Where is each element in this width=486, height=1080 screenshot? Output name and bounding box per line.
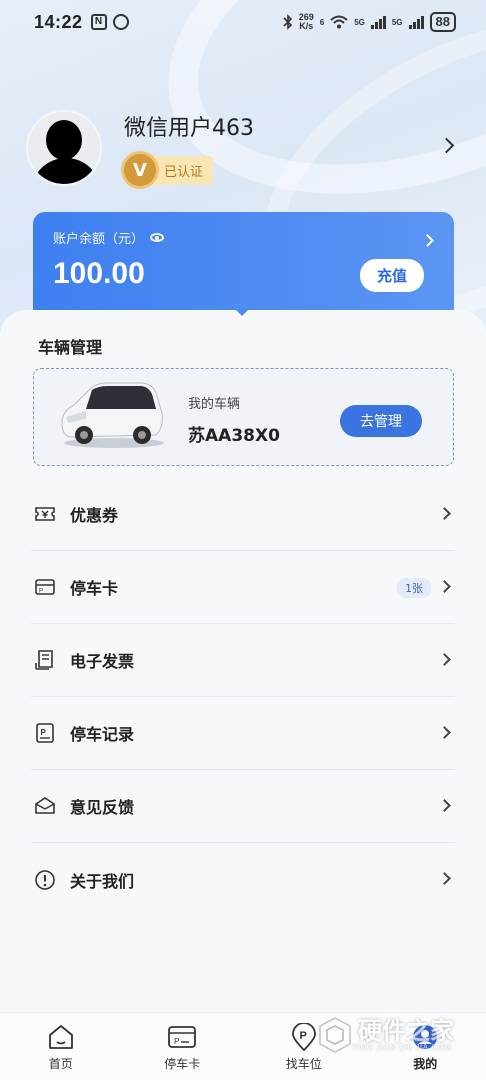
- parking-location-icon: P: [291, 1023, 316, 1051]
- svg-text:P: P: [174, 1037, 179, 1046]
- tab-label: 停车卡: [164, 1057, 201, 1071]
- menu-item-coupon[interactable]: 优惠券: [31, 478, 455, 551]
- network-speed: 269 K/s: [298, 12, 314, 31]
- tab-label: 我的: [413, 1057, 438, 1071]
- chevron-right-icon: [438, 872, 451, 885]
- tab-label: 找车位: [285, 1057, 322, 1071]
- vehicle-label: 我的车辆: [188, 397, 241, 412]
- menu-label: 意见反馈: [70, 798, 135, 817]
- wifi-sub-label: 6: [319, 17, 325, 27]
- chevron-right-icon: [438, 653, 451, 666]
- battery-indicator: 88: [429, 12, 456, 32]
- balance-card[interactable]: 账户余额（元） 100.00 充值: [33, 212, 454, 310]
- car-image: [61, 382, 164, 448]
- chevron-right-icon: [438, 580, 451, 593]
- menu-item-about[interactable]: 关于我们: [31, 843, 455, 916]
- menu-list: 优惠券 P 停车卡 1张 电子发票 P 停车记录 意见反馈 关于我们: [31, 478, 455, 916]
- verified-label: 已认证: [150, 155, 214, 185]
- tab-mine[interactable]: 我的: [365, 1013, 486, 1080]
- chevron-right-icon: [438, 799, 451, 812]
- status-bar: 14:22 N 269 K/s 6 5G 5G 88: [0, 0, 486, 44]
- manage-vehicle-button[interactable]: 去管理: [340, 405, 422, 437]
- menu-item-parking-record[interactable]: P 停车记录: [31, 697, 455, 770]
- svg-text:P: P: [39, 589, 43, 595]
- parking-card-icon: P: [35, 579, 55, 595]
- parking-card-icon: P: [168, 1026, 197, 1048]
- menu-label: 优惠券: [70, 506, 119, 525]
- balance-label: 账户余额（元）: [53, 232, 145, 247]
- chevron-right-icon: [438, 507, 451, 520]
- tab-home[interactable]: 首页: [0, 1013, 122, 1080]
- chevron-right-icon: [438, 137, 455, 154]
- feedback-icon: [35, 797, 55, 814]
- info-icon: [35, 869, 55, 890]
- menu-item-feedback[interactable]: 意见反馈: [31, 770, 455, 843]
- avatar[interactable]: [26, 110, 102, 186]
- parking-record-icon: P: [36, 723, 54, 743]
- verified-v-icon: V: [124, 154, 156, 186]
- signal-icon-1: [370, 15, 386, 29]
- svg-text:P: P: [41, 728, 47, 737]
- bluetooth-icon: [283, 14, 292, 30]
- sim2-label: 5G: [391, 17, 403, 27]
- menu-label: 停车记录: [70, 725, 135, 744]
- status-time: 14:22: [34, 11, 83, 32]
- recharge-button[interactable]: 充值: [359, 259, 424, 292]
- verified-badge: V 已认证: [124, 154, 254, 186]
- invoice-icon: [35, 650, 53, 670]
- coupon-icon: [35, 507, 55, 521]
- menu-item-invoice[interactable]: 电子发票: [31, 624, 455, 697]
- vehicle-section-title: 车辆管理: [38, 338, 103, 357]
- profile-header[interactable]: 微信用户463 V 已认证: [26, 108, 466, 188]
- chevron-right-icon: [438, 726, 451, 739]
- tab-parking-card[interactable]: P 停车卡: [122, 1013, 244, 1080]
- bottom-tab-bar: 首页 P 停车卡 P 找车位 我的: [0, 1012, 486, 1080]
- menu-label: 停车卡: [70, 579, 119, 598]
- home-icon: [48, 1025, 73, 1049]
- parking-card-count-badge: 1张: [397, 578, 431, 598]
- eye-icon[interactable]: [150, 233, 165, 242]
- username: 微信用户463: [124, 116, 254, 141]
- vehicle-plate: 苏AA38X0: [188, 426, 280, 446]
- alarm-icon: [112, 14, 129, 30]
- svg-text:P: P: [299, 1030, 306, 1042]
- signal-icon-2: [408, 15, 424, 29]
- profile-icon: [413, 1025, 438, 1049]
- menu-label: 关于我们: [70, 871, 135, 891]
- card-pointer: [222, 304, 262, 326]
- sim1-label: 5G: [354, 17, 365, 27]
- menu-label: 电子发票: [70, 652, 135, 671]
- vehicle-card[interactable]: 我的车辆 苏AA38X0 去管理: [33, 368, 454, 466]
- wifi-icon: [330, 15, 348, 29]
- tab-label: 首页: [48, 1057, 73, 1071]
- status-right-icons: 269 K/s 6 5G 5G 88: [283, 12, 456, 32]
- menu-item-parking-card[interactable]: P 停车卡 1张: [31, 551, 455, 624]
- tab-find-parking[interactable]: P 找车位: [243, 1013, 365, 1080]
- nfc-icon: N: [90, 14, 107, 30]
